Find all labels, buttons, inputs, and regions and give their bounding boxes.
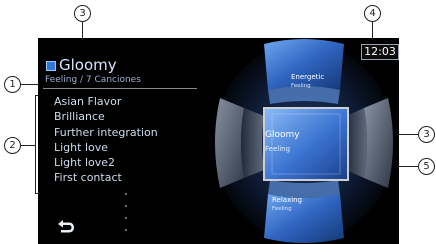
mood-sphere-graphic: Energetic Feeling Gloomy Feeling Relaxin… <box>214 39 394 243</box>
mood-title: Gloomy <box>46 56 117 74</box>
song-item[interactable]: Asian Flavor <box>54 95 158 110</box>
sphere-center-label-line2: Feeling <box>265 145 290 153</box>
leader-line-2 <box>21 145 35 146</box>
song-list: Asian Flavor Brilliance Further integrat… <box>54 95 158 187</box>
song-item[interactable]: First contact <box>54 171 158 186</box>
mood-subtitle: Feeling / 7 Canciones <box>45 75 141 85</box>
music-mood-screen: Gloomy 12:03 Feeling / 7 Canciones Asian… <box>38 38 399 244</box>
sphere-top-label-line1: Energetic <box>291 73 324 81</box>
callout-3-top: 3 <box>74 5 91 22</box>
sphere-top-label-line2: Feeling <box>291 83 311 89</box>
song-item[interactable]: Further integration <box>54 126 158 141</box>
callout-1: 1 <box>4 76 21 93</box>
sphere-bottom-label-line2: Feeling <box>272 206 292 212</box>
mood-sphere[interactable]: Energetic Feeling Gloomy Feeling Relaxin… <box>202 38 399 244</box>
song-item[interactable]: Brilliance <box>54 110 158 125</box>
back-button[interactable] <box>54 217 78 235</box>
sphere-bottom-label-line1: Relaxing <box>272 196 302 204</box>
sphere-center-label-line1: Gloomy <box>265 130 300 140</box>
bracket-2-vertical <box>35 95 36 193</box>
song-item[interactable]: Light love <box>54 141 158 156</box>
callout-4: 4 <box>364 5 381 22</box>
callout-2: 2 <box>4 137 21 154</box>
callout-5: 5 <box>418 158 435 175</box>
back-arrow-icon <box>58 220 74 233</box>
song-item[interactable]: Light love2 <box>54 156 158 171</box>
subtitle-divider <box>43 88 197 89</box>
mood-indicator-icon <box>46 61 56 71</box>
mood-title-text: Gloomy <box>59 56 117 74</box>
list-scroll-indicator <box>125 193 129 237</box>
callout-3-right: 3 <box>418 126 435 143</box>
